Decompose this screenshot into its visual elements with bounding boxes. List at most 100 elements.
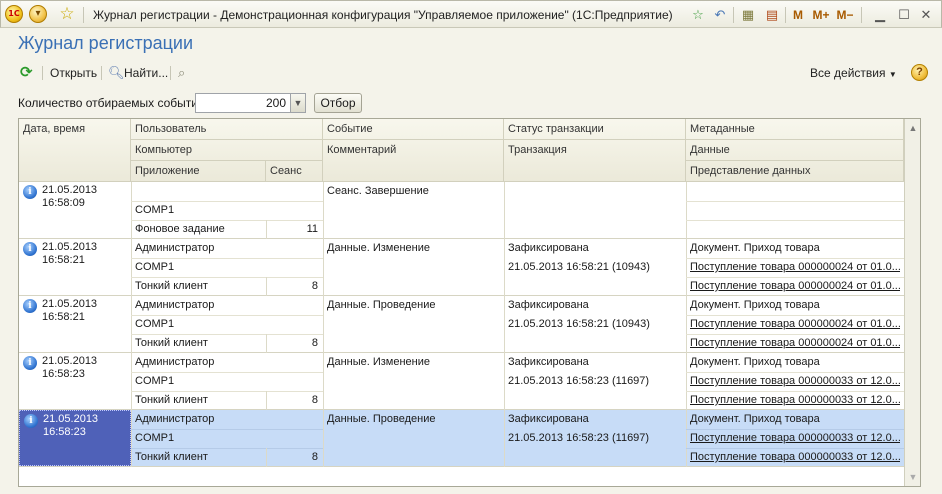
open-button[interactable]: Открыть bbox=[50, 63, 97, 83]
main-menu-icon[interactable]: ▾ bbox=[29, 5, 47, 23]
header-session[interactable]: Сеанс bbox=[266, 161, 323, 182]
minimize-button[interactable]: ▁ bbox=[873, 6, 887, 24]
header-application[interactable]: Приложение bbox=[131, 161, 266, 182]
header-data-representation[interactable]: Представление данных bbox=[686, 161, 904, 182]
computer-cell: COMP1 bbox=[135, 318, 175, 330]
application-cell: Тонкий клиент bbox=[135, 280, 208, 292]
data-link[interactable]: Поступление товара 000000033 от 12.0... bbox=[686, 372, 900, 391]
titlebar-separator bbox=[83, 7, 84, 23]
user-cell: Администратор bbox=[135, 299, 215, 311]
time-value: 16:58:21 bbox=[42, 254, 85, 266]
table-row-selected[interactable]: i 21.05.2013 16:58:23 Администратор COMP1… bbox=[19, 410, 904, 467]
session-cell: 8 bbox=[311, 451, 318, 463]
tx-status-cell: Зафиксирована bbox=[508, 413, 589, 425]
metadata-cell: Документ. Приход товара bbox=[690, 356, 820, 368]
time-value: 16:58:23 bbox=[42, 368, 85, 380]
chevron-down-icon: ▼ bbox=[888, 70, 897, 79]
app-logo-icon[interactable]: 1С bbox=[5, 5, 23, 23]
date-time-cell[interactable]: i 21.05.2013 16:58:23 bbox=[19, 353, 131, 409]
maximize-button[interactable]: ☐ bbox=[897, 6, 911, 24]
transaction-cell: 21.05.2013 16:58:21 (10943) bbox=[508, 318, 650, 330]
date-time-cell[interactable]: i 21.05.2013 16:58:09 bbox=[19, 182, 131, 238]
memory-m-button[interactable]: M bbox=[791, 6, 805, 24]
command-separator bbox=[42, 66, 43, 80]
date-time-text: 21.05.2013 16:58:23 bbox=[42, 355, 97, 381]
tx-status-cell: Зафиксирована bbox=[508, 356, 589, 368]
window-title: Журнал регистрации - Демонстрационная ко… bbox=[93, 8, 673, 22]
table-row[interactable]: i 21.05.2013 16:58:23 Администратор COMP1… bbox=[19, 353, 904, 410]
data-link[interactable]: Поступление товара 000000024 от 01.0... bbox=[686, 258, 900, 277]
data-link[interactable]: Поступление товара 000000033 от 12.0... bbox=[686, 429, 900, 448]
metadata-cell bbox=[686, 182, 904, 201]
calendar-icon[interactable]: ▤ bbox=[763, 6, 781, 24]
data-link[interactable] bbox=[686, 201, 900, 220]
date-value: 21.05.2013 bbox=[42, 184, 98, 196]
date-time-cell[interactable]: i 21.05.2013 16:58:21 bbox=[19, 296, 131, 352]
header-event[interactable]: Событие bbox=[323, 119, 504, 140]
time-value: 16:58:23 bbox=[43, 426, 86, 438]
history-icon[interactable]: ↶ bbox=[711, 6, 729, 24]
event-count-field[interactable]: 200 bbox=[195, 93, 291, 113]
event-cell: Данные. Проведение bbox=[327, 299, 436, 311]
find-button[interactable]: Найти... bbox=[124, 63, 168, 83]
computer-cell: COMP1 bbox=[135, 204, 175, 216]
header-comment[interactable]: Комментарий bbox=[323, 140, 504, 182]
user-cell: Администратор bbox=[135, 356, 215, 368]
all-actions-menu[interactable]: Все действия ▼ bbox=[810, 63, 897, 83]
date-value: 21.05.2013 bbox=[42, 355, 98, 367]
event-log-table[interactable]: Дата, время Пользователь Компьютер Прило… bbox=[18, 118, 921, 487]
computer-cell: COMP1 bbox=[135, 432, 175, 444]
header-metadata[interactable]: Метаданные bbox=[686, 119, 904, 140]
memory-minus-button[interactable]: M− bbox=[835, 6, 855, 24]
computer-cell: COMP1 bbox=[135, 261, 175, 273]
data-representation-link[interactable]: Поступление товара 000000024 от 01.0... bbox=[686, 334, 900, 353]
date-time-cell[interactable]: i 21.05.2013 16:58:23 bbox=[19, 410, 131, 466]
metadata-cell: Документ. Приход товара bbox=[690, 242, 820, 254]
table-row[interactable]: i 21.05.2013 16:58:21 Администратор COMP1… bbox=[19, 239, 904, 296]
user-cell bbox=[131, 182, 323, 201]
help-icon[interactable]: ? bbox=[911, 64, 928, 81]
application-cell: Тонкий клиент bbox=[135, 337, 208, 349]
close-button[interactable]: ✕ bbox=[919, 6, 933, 24]
transaction-cell bbox=[504, 201, 686, 220]
computer-cell: COMP1 bbox=[135, 375, 175, 387]
vertical-scrollbar[interactable]: ▲ ▼ bbox=[904, 119, 920, 486]
date-value: 21.05.2013 bbox=[43, 413, 99, 425]
transaction-cell: 21.05.2013 16:58:23 (11697) bbox=[508, 375, 650, 387]
data-representation-link[interactable] bbox=[686, 220, 900, 239]
transaction-cell: 21.05.2013 16:58:21 (10943) bbox=[508, 261, 650, 273]
date-time-cell[interactable]: i 21.05.2013 16:58:21 bbox=[19, 239, 131, 295]
header-data[interactable]: Данные bbox=[686, 140, 904, 161]
transaction-cell: 21.05.2013 16:58:23 (11697) bbox=[508, 432, 650, 444]
table-row[interactable]: i 21.05.2013 16:58:21 Администратор COMP1… bbox=[19, 296, 904, 353]
calculator-icon[interactable]: ▦ bbox=[739, 6, 757, 24]
data-representation-link[interactable]: Поступление товара 000000033 от 12.0... bbox=[686, 448, 900, 467]
header-transaction[interactable]: Транзакция bbox=[504, 140, 686, 182]
command-bar: ⟳ Открыть 🔍︎ Найти... ⌕ Все действия ▼ bbox=[14, 63, 928, 83]
table-row[interactable]: i 21.05.2013 16:58:09 COMP1 Фоновое задан… bbox=[19, 182, 904, 239]
application-cell: Тонкий клиент bbox=[135, 394, 208, 406]
data-representation-link[interactable]: Поступление товара 000000033 от 12.0... bbox=[686, 391, 900, 410]
data-link[interactable]: Поступление товара 000000024 от 01.0... bbox=[686, 315, 900, 334]
scroll-down-icon[interactable]: ▼ bbox=[905, 468, 920, 486]
event-cell: Данные. Изменение bbox=[327, 356, 431, 368]
header-computer[interactable]: Компьютер bbox=[131, 140, 323, 161]
scroll-up-icon[interactable]: ▲ bbox=[905, 119, 920, 137]
titlebar-separator bbox=[785, 7, 786, 23]
header-user[interactable]: Пользователь bbox=[131, 119, 323, 140]
event-count-dropdown-icon[interactable]: ▼ bbox=[290, 93, 306, 113]
header-date[interactable]: Дата, время bbox=[19, 119, 131, 182]
clear-search-icon[interactable]: ⌕ bbox=[178, 63, 185, 83]
filter-button[interactable]: Отбор bbox=[314, 93, 362, 113]
memory-plus-button[interactable]: M+ bbox=[811, 6, 831, 24]
magnifier-icon[interactable]: 🔍︎ bbox=[108, 63, 125, 83]
add-favorite-icon[interactable]: ☆ bbox=[689, 6, 707, 24]
info-icon: i bbox=[24, 414, 38, 428]
favorites-star-icon[interactable]: ☆ bbox=[57, 4, 77, 24]
data-representation-link[interactable]: Поступление товара 000000024 от 01.0... bbox=[686, 277, 900, 296]
metadata-cell: Документ. Приход товара bbox=[690, 413, 820, 425]
application-cell: Фоновое задание bbox=[135, 223, 225, 235]
refresh-icon[interactable]: ⟳ bbox=[20, 63, 33, 83]
header-tx-status[interactable]: Статус транзакции bbox=[504, 119, 686, 140]
command-separator bbox=[101, 66, 102, 80]
